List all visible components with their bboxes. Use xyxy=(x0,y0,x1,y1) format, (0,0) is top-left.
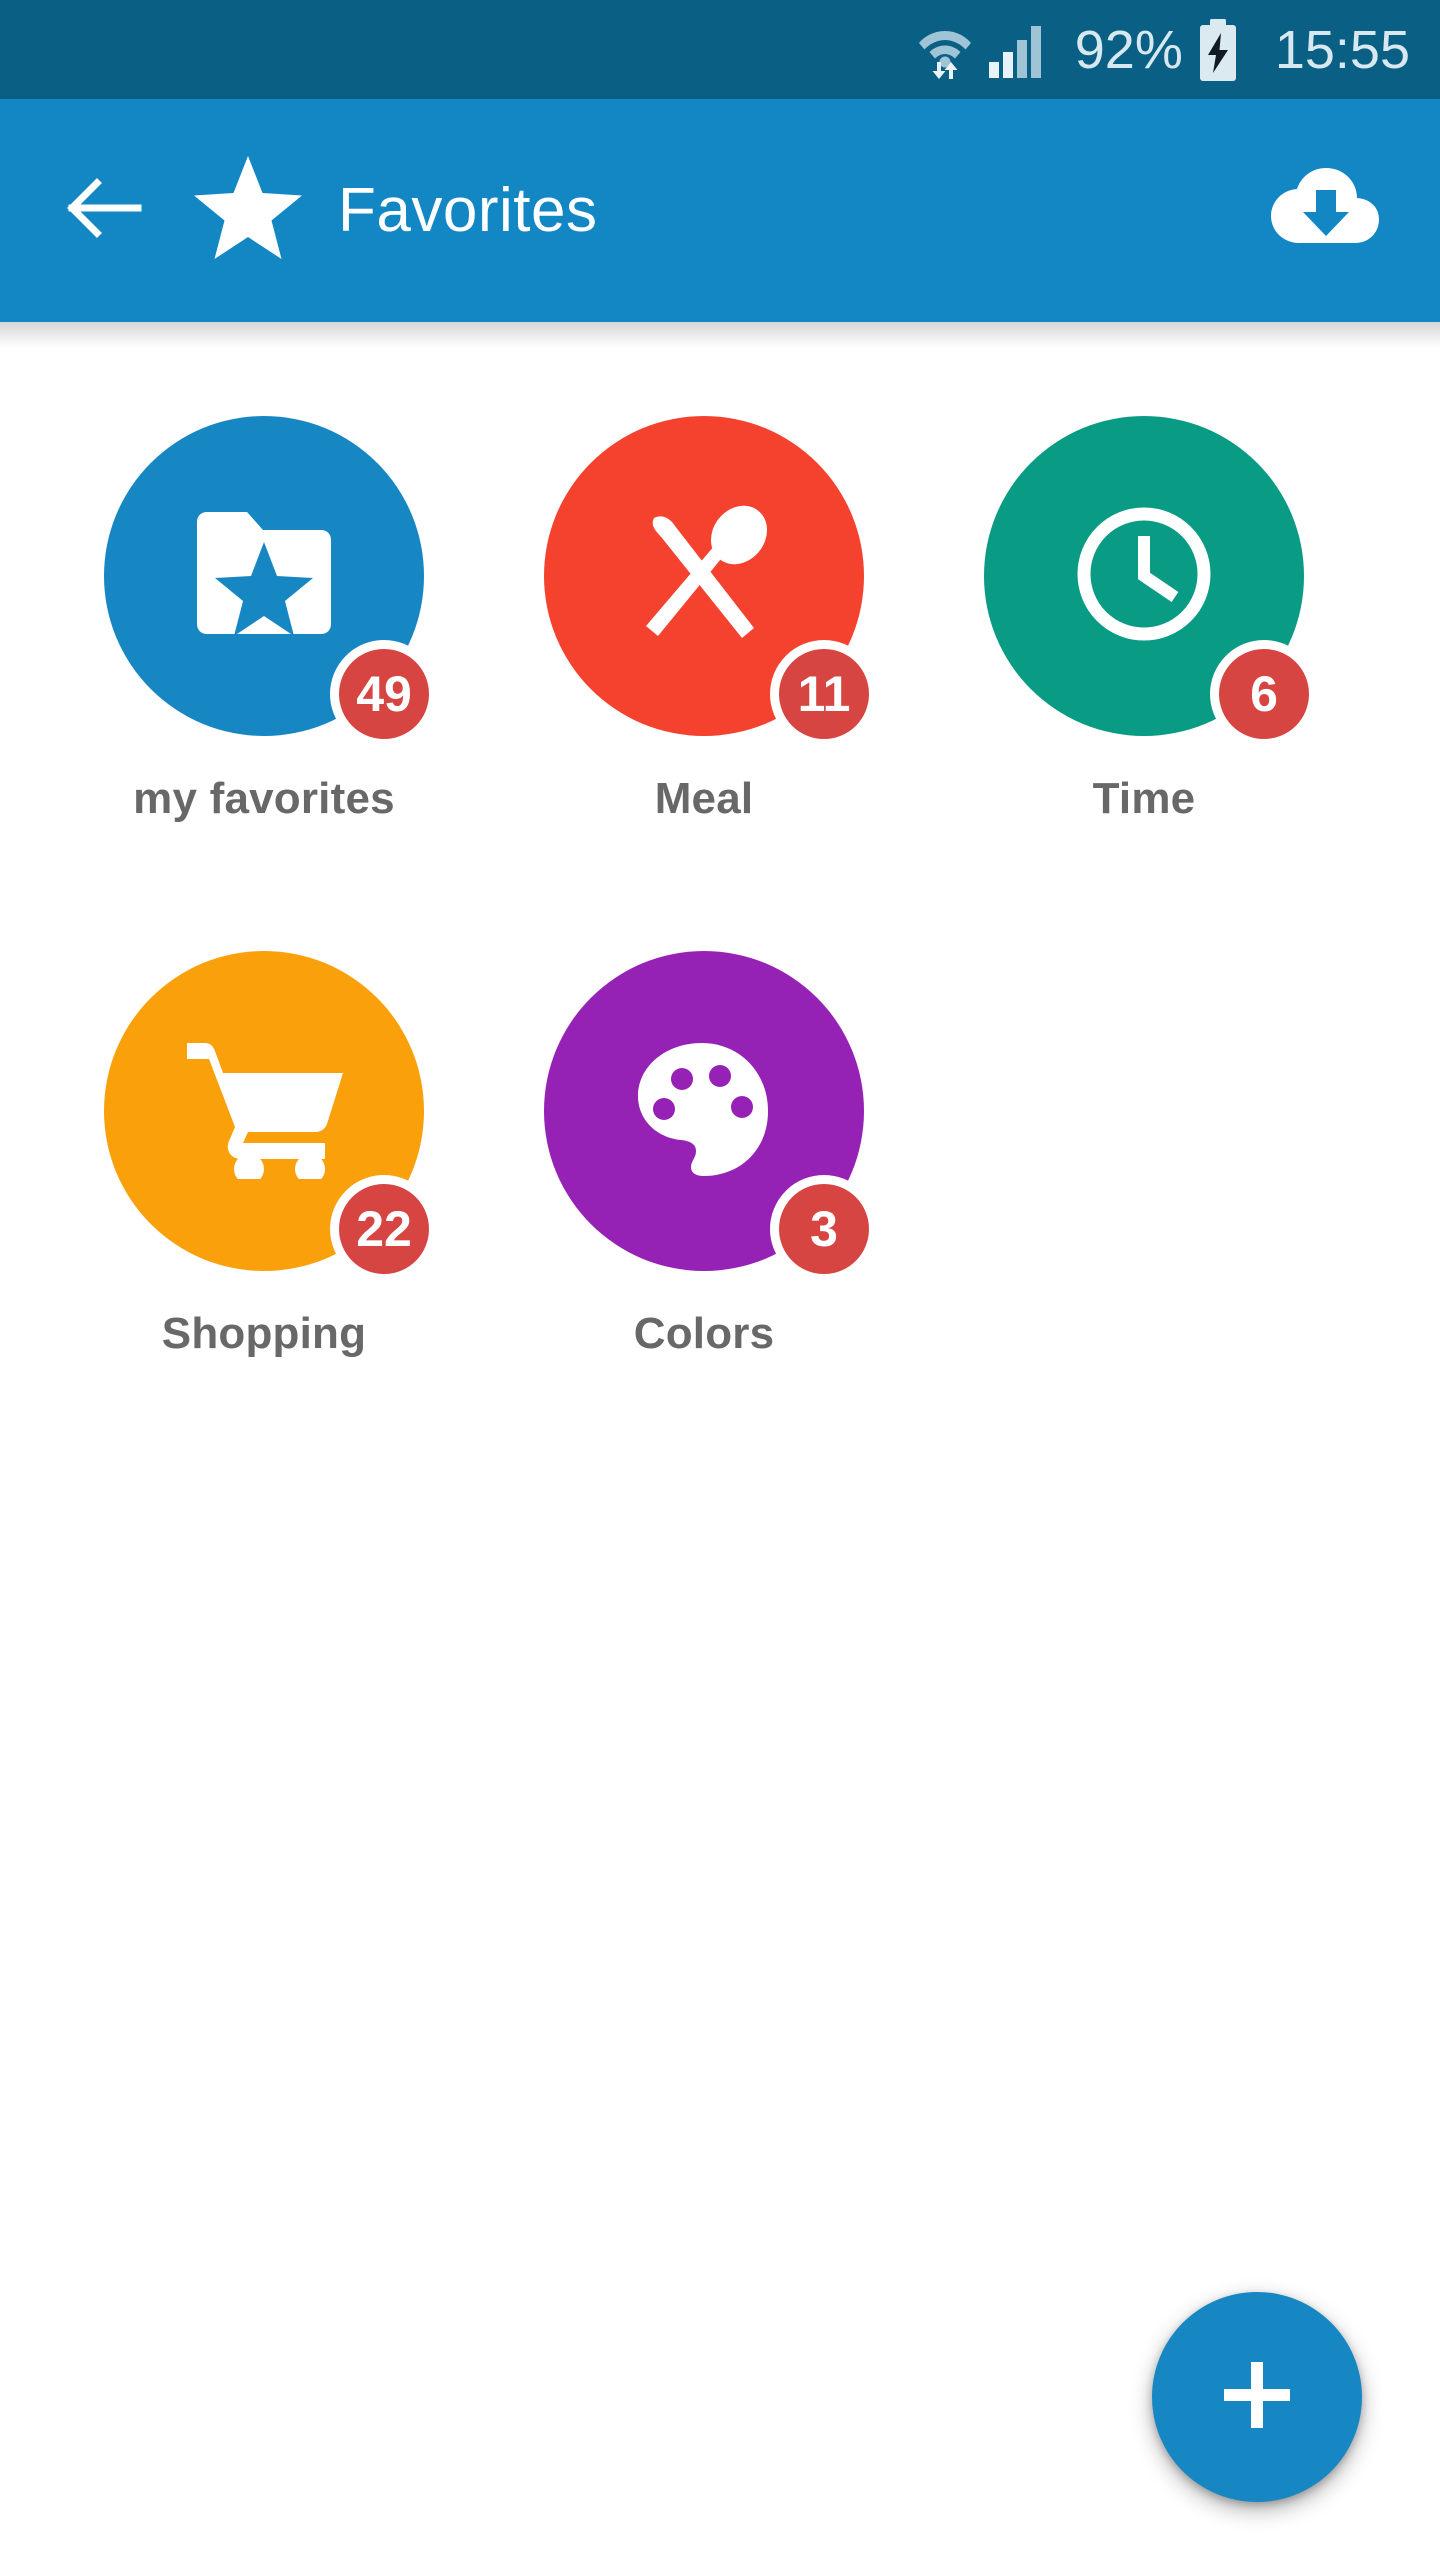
folder-star-icon xyxy=(189,510,339,643)
folder-item-meal[interactable]: 11 Meal xyxy=(484,396,924,931)
folder-badge: 3 xyxy=(770,1175,878,1283)
download-button[interactable] xyxy=(1260,146,1390,276)
plus-icon xyxy=(1216,2354,1298,2441)
folder-circle-wrap: 11 xyxy=(544,416,878,748)
folder-item-colors[interactable]: 3 Colors xyxy=(484,931,924,1466)
folder-circle-wrap: 6 xyxy=(984,416,1318,748)
wifi-transfer-icon xyxy=(917,21,973,79)
app-bar: Favorites xyxy=(0,99,1440,322)
folder-badge: 49 xyxy=(330,640,438,748)
palette-icon xyxy=(634,1039,774,1184)
star-icon xyxy=(192,154,304,267)
folder-circle-wrap: 3 xyxy=(544,951,878,1283)
folder-label: Meal xyxy=(654,774,754,823)
battery-percent-label: 92% xyxy=(1074,19,1183,80)
folder-circle-wrap: 22 xyxy=(104,951,438,1283)
status-bar: 92% 15:55 xyxy=(0,0,1440,99)
grid-empty-slot xyxy=(924,931,1364,1466)
folder-label: my favorites xyxy=(133,774,395,823)
folder-label: Colors xyxy=(633,1309,775,1358)
fork-spoon-icon xyxy=(632,502,776,651)
folder-grid: 49 my favorites 11 Meal 6 Time 22 Shoppi… xyxy=(0,348,1440,1466)
status-bar-clock: 15:55 xyxy=(1274,19,1410,80)
app-bar-logo xyxy=(192,154,304,267)
folder-item-shopping[interactable]: 22 Shopping xyxy=(44,931,484,1466)
content-area: 49 my favorites 11 Meal 6 Time 22 Shoppi… xyxy=(0,348,1440,2560)
clock-icon xyxy=(1072,502,1216,651)
page-title: Favorites xyxy=(338,176,598,245)
cloud-download-icon xyxy=(1269,164,1381,257)
folder-badge: 6 xyxy=(1210,640,1318,748)
folder-item-time[interactable]: 6 Time xyxy=(924,396,1364,931)
app-bar-shadow xyxy=(0,322,1440,348)
add-folder-fab[interactable] xyxy=(1152,2292,1362,2502)
folder-badge: 11 xyxy=(770,640,878,748)
shopping-cart-icon xyxy=(185,1039,343,1184)
folder-label: Time xyxy=(1092,774,1196,823)
app-screen: 92% 15:55 Favorites 49 my favorites 11 M… xyxy=(0,0,1440,2560)
folder-label: Shopping xyxy=(161,1309,367,1358)
arrow-left-icon xyxy=(64,172,146,249)
folder-item-my-favorites[interactable]: 49 my favorites xyxy=(44,396,484,931)
battery-charging-icon xyxy=(1197,18,1239,81)
folder-badge: 22 xyxy=(330,1175,438,1283)
cellular-signal-icon xyxy=(987,22,1043,78)
back-button[interactable] xyxy=(40,146,170,276)
folder-circle-wrap: 49 xyxy=(104,416,438,748)
status-bar-icons: 92% 15:55 xyxy=(917,18,1410,81)
